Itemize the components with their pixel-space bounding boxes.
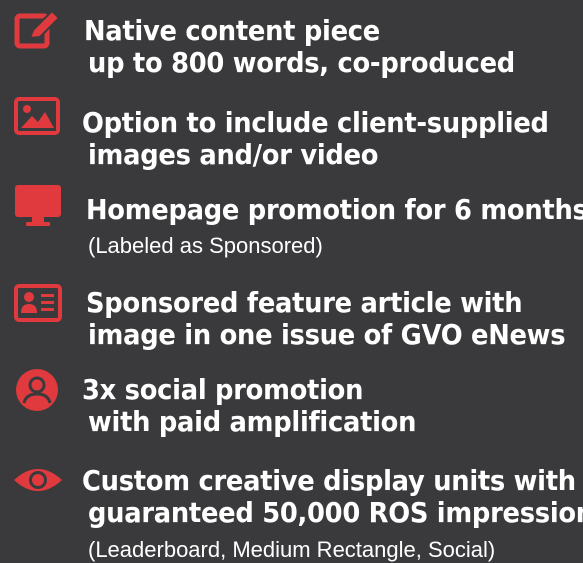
image-icon <box>14 97 60 135</box>
feature-title-line: with paid amplification <box>88 405 417 438</box>
feature-title-line: Native content piece <box>84 14 380 47</box>
feature-title-line: Custom creative display units with <box>82 464 576 497</box>
feature-title-line: Sponsored feature article with <box>86 286 523 319</box>
user-circle-icon <box>15 368 59 412</box>
feature-title-line: image in one issue of GVO eNews <box>88 318 566 351</box>
feature-title-line: 3x social promotion <box>82 373 364 406</box>
eye-icon <box>12 464 64 496</box>
monitor-icon <box>14 184 62 228</box>
feature-title-line: Homepage promotion for 6 months <box>86 193 583 226</box>
feature-title-line: Option to include client-supplied <box>82 106 549 139</box>
feature-note: (Leaderboard, Medium Rectangle, Social) <box>88 537 496 562</box>
feature-note: (Labeled as Sponsored) <box>88 233 323 258</box>
id-card-icon <box>14 284 62 322</box>
feature-title-line: images and/or video <box>88 138 379 171</box>
feature-title-line: up to 800 words, co-produced <box>88 46 515 79</box>
edit-pencil-icon <box>14 8 62 50</box>
feature-title-line: guaranteed 50,000 ROS impressions <box>88 496 583 529</box>
